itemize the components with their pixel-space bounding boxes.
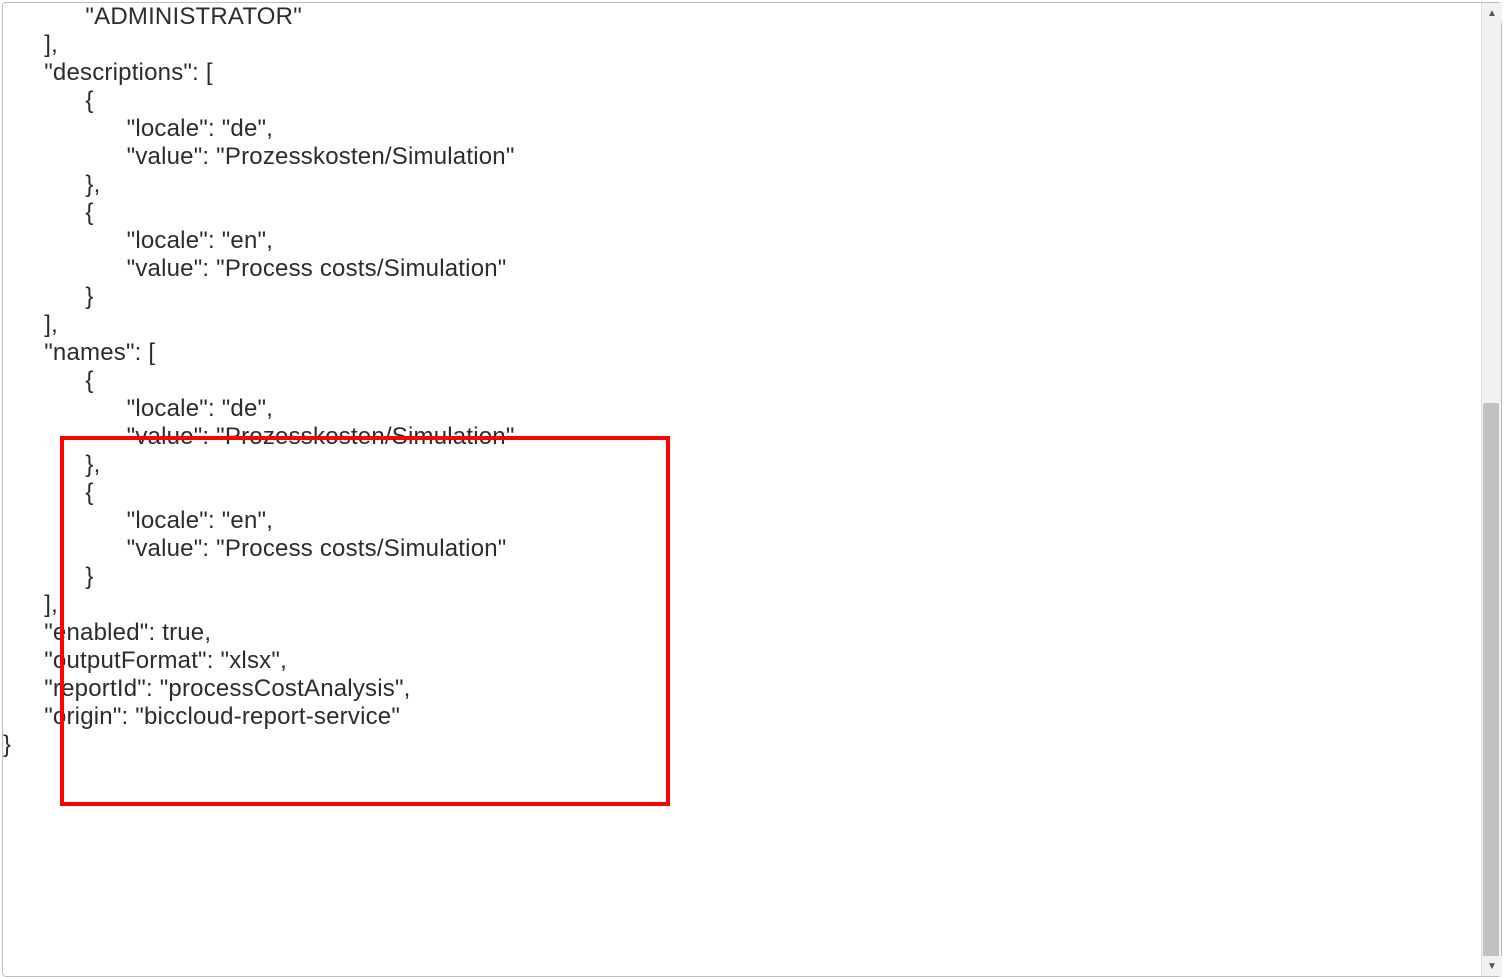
code-line: "locale": "en", [3,507,515,535]
code-line: "descriptions": [ [3,59,515,87]
code-content-area[interactable]: "ADMINISTRATOR" ], "descriptions": [ { "… [3,3,1479,976]
code-line: "locale": "de", [3,115,515,143]
code-panel: "ADMINISTRATOR" ], "descriptions": [ { "… [2,2,1502,977]
vertical-scrollbar[interactable]: ▲ ▼ [1481,3,1501,976]
code-line: "reportId": "processCostAnalysis", [3,675,515,703]
code-line: { [3,199,515,227]
code-line: { [3,367,515,395]
code-line: "ADMINISTRATOR" [3,3,515,31]
code-line: "names": [ [3,339,515,367]
code-line: "enabled": true, [3,619,515,647]
scroll-up-button[interactable]: ▲ [1482,3,1502,23]
code-line: { [3,87,515,115]
code-line: "value": "Prozesskosten/Simulation" [3,143,515,171]
code-line: } [3,563,515,591]
code-line: ], [3,311,515,339]
code-line: "locale": "de", [3,395,515,423]
chevron-down-icon: ▼ [1487,961,1497,972]
code-line: "value": "Process costs/Simulation" [3,255,515,283]
scroll-down-button[interactable]: ▼ [1482,956,1502,976]
code-line: }, [3,451,515,479]
chevron-up-icon: ▲ [1487,8,1497,19]
scrollbar-thumb[interactable] [1483,403,1499,958]
code-line: "locale": "en", [3,227,515,255]
code-line: } [3,731,515,759]
code-line: } [3,283,515,311]
json-code-block: "ADMINISTRATOR" ], "descriptions": [ { "… [3,3,515,759]
code-line: "value": "Prozesskosten/Simulation" [3,423,515,451]
code-line: ], [3,591,515,619]
code-line: { [3,479,515,507]
code-line: "outputFormat": "xlsx", [3,647,515,675]
code-line: }, [3,171,515,199]
code-line: "origin": "biccloud-report-service" [3,703,515,731]
code-line: ], [3,31,515,59]
code-line: "value": "Process costs/Simulation" [3,535,515,563]
